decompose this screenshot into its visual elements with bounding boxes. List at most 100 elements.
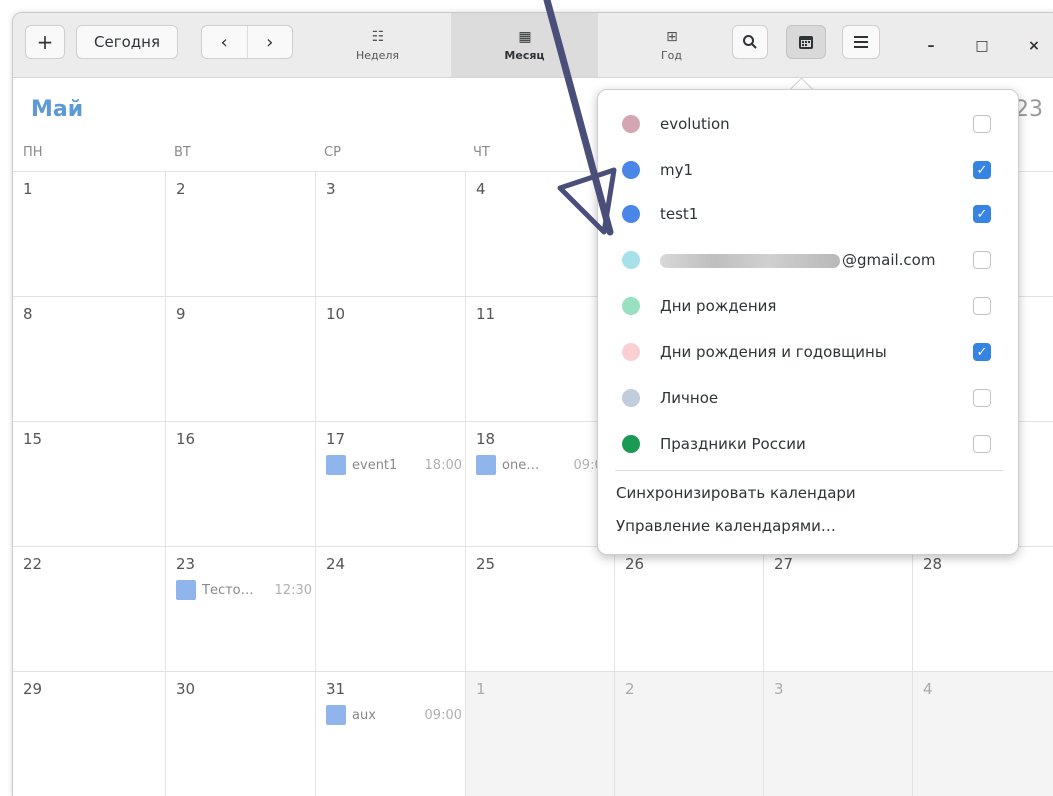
day-number: 3 — [774, 680, 784, 698]
day-number: 10 — [326, 305, 346, 323]
day-cell[interactable]: 3 — [316, 171, 466, 296]
day-cell[interactable]: 24 — [316, 546, 466, 671]
calendar-checkbox[interactable]: ✓ — [973, 205, 991, 223]
calendar-row[interactable]: Личное — [598, 376, 1018, 420]
day-number: 1 — [476, 680, 486, 698]
close-button[interactable]: × — [1023, 35, 1045, 57]
calendars-button[interactable] — [786, 25, 826, 59]
event-chip[interactable]: event1 18:00 — [326, 454, 462, 476]
calendar-row[interactable]: @gmail.com — [598, 238, 1018, 282]
day-cell[interactable]: 26 — [615, 546, 764, 671]
day-cell[interactable]: 31 aux 09:00 — [316, 671, 466, 796]
calendar-color-dot — [622, 115, 640, 133]
weekday-label: ВТ — [174, 145, 191, 160]
calendar-row[interactable]: Дни рождения — [598, 284, 1018, 328]
search-button[interactable] — [732, 25, 768, 59]
sync-calendars-button[interactable]: Синхронизировать календари — [616, 484, 856, 502]
add-event-button[interactable]: + — [25, 25, 65, 59]
day-number: 8 — [23, 305, 33, 323]
header-bar: + Сегодня ‹ › ☷ Неделя ▦ Месяц ⊞ Год – □… — [13, 13, 1053, 78]
checkmark-icon: ✓ — [976, 162, 988, 178]
calendar-list-icon — [799, 36, 813, 49]
event-time: 12:30 — [274, 582, 312, 598]
previous-button[interactable]: ‹ — [202, 26, 248, 58]
day-cell[interactable]: 15 — [13, 421, 166, 546]
calendar-color-dot — [622, 251, 640, 269]
tab-month[interactable]: ▦ Месяц — [451, 13, 598, 77]
day-cell[interactable]: 16 — [166, 421, 316, 546]
month-title: Май — [31, 97, 84, 122]
day-cell[interactable]: 10 — [316, 296, 466, 421]
calendar-color-dot — [622, 435, 640, 453]
calendar-checkbox[interactable] — [973, 435, 991, 453]
chevron-right-icon: › — [266, 31, 274, 53]
calendar-name: Праздники России — [660, 435, 806, 453]
day-cell[interactable]: 25 — [466, 546, 615, 671]
day-number: 2 — [625, 680, 635, 698]
maximize-button[interactable]: □ — [971, 35, 993, 57]
event-title: Тесто… — [202, 582, 254, 598]
calendars-popover: evolution my1 ✓ test1 ✓ @gmail.com Дни рождени… — [597, 89, 1019, 555]
day-cell[interactable]: 23 Тесто… 12:30 — [166, 546, 316, 671]
calendar-checkbox[interactable] — [973, 251, 991, 269]
maximize-icon: □ — [975, 38, 989, 54]
calendar-row[interactable]: test1 ✓ — [598, 192, 1018, 236]
calendar-checkbox[interactable]: ✓ — [973, 343, 991, 361]
year-title: 23 — [1015, 97, 1043, 122]
manage-calendars-button[interactable]: Управление календарями… — [616, 517, 836, 535]
day-cell[interactable]: 1 — [466, 671, 615, 796]
today-button[interactable]: Сегодня — [76, 25, 178, 59]
event-color-swatch — [326, 705, 346, 725]
calendar-row[interactable]: Дни рождения и годовщины ✓ — [598, 330, 1018, 374]
day-cell[interactable]: 29 — [13, 671, 166, 796]
event-chip[interactable]: aux 09:00 — [326, 704, 462, 726]
day-number: 15 — [23, 430, 43, 448]
day-number: 17 — [326, 430, 346, 448]
day-cell[interactable]: 2 — [166, 171, 316, 296]
day-cell[interactable]: 28 — [913, 546, 1053, 671]
day-cell[interactable]: 4 — [913, 671, 1053, 796]
day-cell[interactable]: 11 — [466, 296, 615, 421]
day-cell[interactable]: 2 — [615, 671, 764, 796]
minimize-button[interactable]: – — [920, 35, 942, 57]
event-time: 09:00 — [424, 707, 462, 723]
tab-week[interactable]: ☷ Неделя — [304, 13, 451, 77]
day-number: 4 — [923, 680, 933, 698]
day-number: 1 — [23, 180, 33, 198]
calendar-color-dot — [622, 205, 640, 223]
tab-year[interactable]: ⊞ Год — [598, 13, 745, 77]
day-cell[interactable]: 30 — [166, 671, 316, 796]
redacted-email-blur — [660, 253, 840, 268]
tab-week-label: Неделя — [355, 48, 400, 62]
next-button[interactable]: › — [248, 26, 293, 58]
event-chip[interactable]: one… 09:00 — [476, 454, 611, 476]
event-chip[interactable]: Тесто… 12:30 — [176, 579, 312, 601]
calendar-checkbox[interactable]: ✓ — [973, 161, 991, 179]
calendar-row[interactable]: evolution — [598, 102, 1018, 146]
calendar-name: Личное — [660, 389, 719, 407]
calendar-color-dot — [622, 343, 640, 361]
calendar-row[interactable]: my1 ✓ — [598, 148, 1018, 192]
calendar-checkbox[interactable] — [973, 389, 991, 407]
day-cell[interactable]: 1 — [13, 171, 166, 296]
hamburger-menu-icon — [854, 36, 868, 48]
calendar-name: @gmail.com — [660, 251, 935, 269]
day-cell[interactable]: 4 — [466, 171, 615, 296]
calendar-checkbox[interactable] — [973, 297, 991, 315]
calendar-row[interactable]: Праздники России — [598, 422, 1018, 466]
calendar-name: Дни рождения и годовщины — [660, 343, 887, 361]
day-number: 4 — [476, 180, 486, 198]
main-menu-button[interactable] — [842, 25, 880, 59]
calendar-name: Дни рождения — [660, 297, 777, 315]
day-number: 22 — [23, 555, 43, 573]
checkmark-icon: ✓ — [976, 344, 988, 360]
day-cell[interactable]: 18 one… 09:00 — [466, 421, 615, 546]
day-cell[interactable]: 17 event1 18:00 — [316, 421, 466, 546]
event-color-swatch — [326, 455, 346, 475]
day-cell[interactable]: 9 — [166, 296, 316, 421]
day-cell[interactable]: 8 — [13, 296, 166, 421]
day-cell[interactable]: 22 — [13, 546, 166, 671]
calendar-checkbox[interactable] — [973, 115, 991, 133]
day-cell[interactable]: 27 — [764, 546, 913, 671]
day-cell[interactable]: 3 — [764, 671, 913, 796]
